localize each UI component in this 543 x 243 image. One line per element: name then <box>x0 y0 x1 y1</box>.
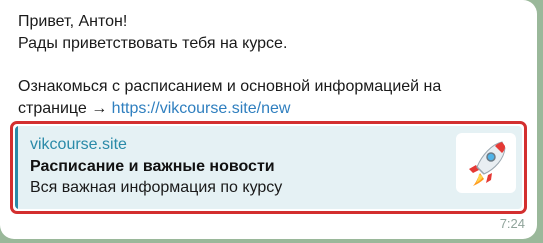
message-bubble: Привет, Антон! Рады приветствовать тебя … <box>0 0 537 239</box>
info-text: Ознакомься с расписанием и основной инфо… <box>18 78 442 95</box>
greeting-text: Привет, Антон! <box>18 13 128 30</box>
link-line: странице → https://vikcourse.site/new <box>18 99 290 119</box>
message-time: 7:24 <box>499 216 525 231</box>
link-prefix-text: странице → <box>18 100 112 117</box>
welcome-text: Рады приветствовать тебя на курсе. <box>18 35 288 52</box>
course-link[interactable]: https://vikcourse.site/new <box>112 100 291 117</box>
highlight-frame <box>10 121 527 214</box>
